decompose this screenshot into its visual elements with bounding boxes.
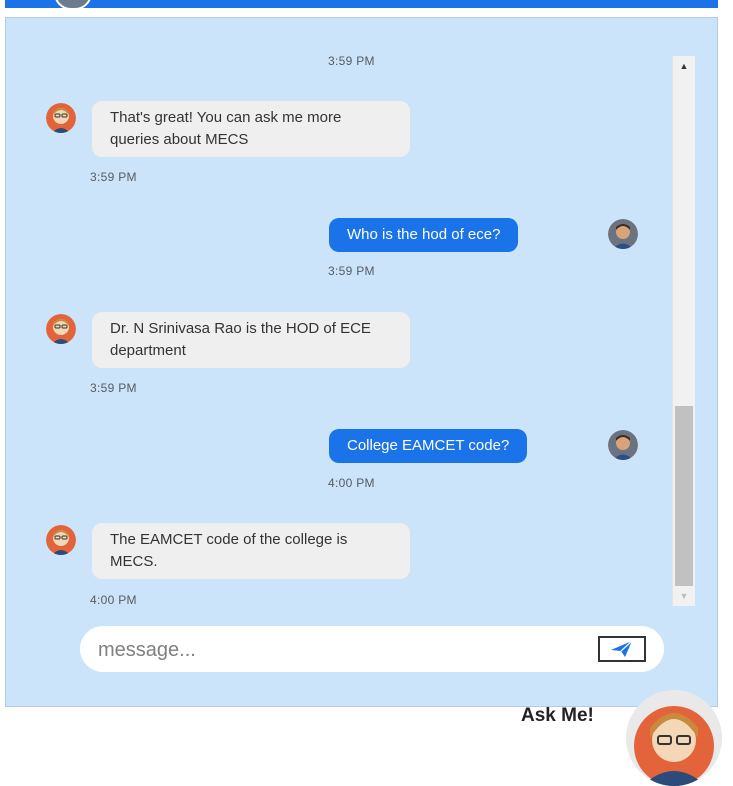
message-input-bar xyxy=(80,626,664,672)
user-message: College EAMCET code? xyxy=(329,429,528,463)
bot-avatar-icon xyxy=(46,525,76,555)
chat-window: 3:59 PM That's great! You can ask me mor… xyxy=(5,17,718,707)
top-bar xyxy=(5,0,718,8)
message-timestamp: 3:59 PM xyxy=(90,381,137,395)
bot-message: That's great! You can ask me more querie… xyxy=(92,101,410,157)
bot-message: The EAMCET code of the college is MECS. xyxy=(92,523,410,579)
chatbot-launcher-avatar-icon[interactable] xyxy=(626,690,722,786)
message-timestamp: 3:59 PM xyxy=(90,170,137,184)
send-button[interactable] xyxy=(598,636,646,662)
message-timestamp: 4:00 PM xyxy=(328,476,375,490)
scroll-down-icon[interactable]: ▼ xyxy=(673,586,695,606)
chat-scrollbar[interactable]: ▲ ▼ xyxy=(672,56,695,606)
user-avatar-icon xyxy=(608,430,638,460)
bot-avatar-icon xyxy=(46,314,76,344)
scroll-up-icon[interactable]: ▲ xyxy=(673,56,695,76)
top-avatar-icon xyxy=(54,0,92,10)
send-plane-icon xyxy=(611,640,633,657)
message-timestamp: 4:00 PM xyxy=(90,593,137,607)
user-avatar-icon xyxy=(608,219,638,249)
message-input[interactable] xyxy=(96,634,580,666)
ask-me-label[interactable]: Ask Me! xyxy=(521,705,594,727)
message-timestamp: 3:59 PM xyxy=(328,54,375,68)
message-timestamp: 3:59 PM xyxy=(328,264,375,278)
scrollbar-thumb[interactable] xyxy=(675,406,693,586)
bot-message: Dr. N Srinivasa Rao is the HOD of ECE de… xyxy=(92,312,410,368)
user-message: Who is the hod of ece? xyxy=(329,218,519,252)
bot-avatar-icon xyxy=(46,103,76,133)
chat-messages[interactable]: 3:59 PM That's great! You can ask me mor… xyxy=(6,18,686,618)
